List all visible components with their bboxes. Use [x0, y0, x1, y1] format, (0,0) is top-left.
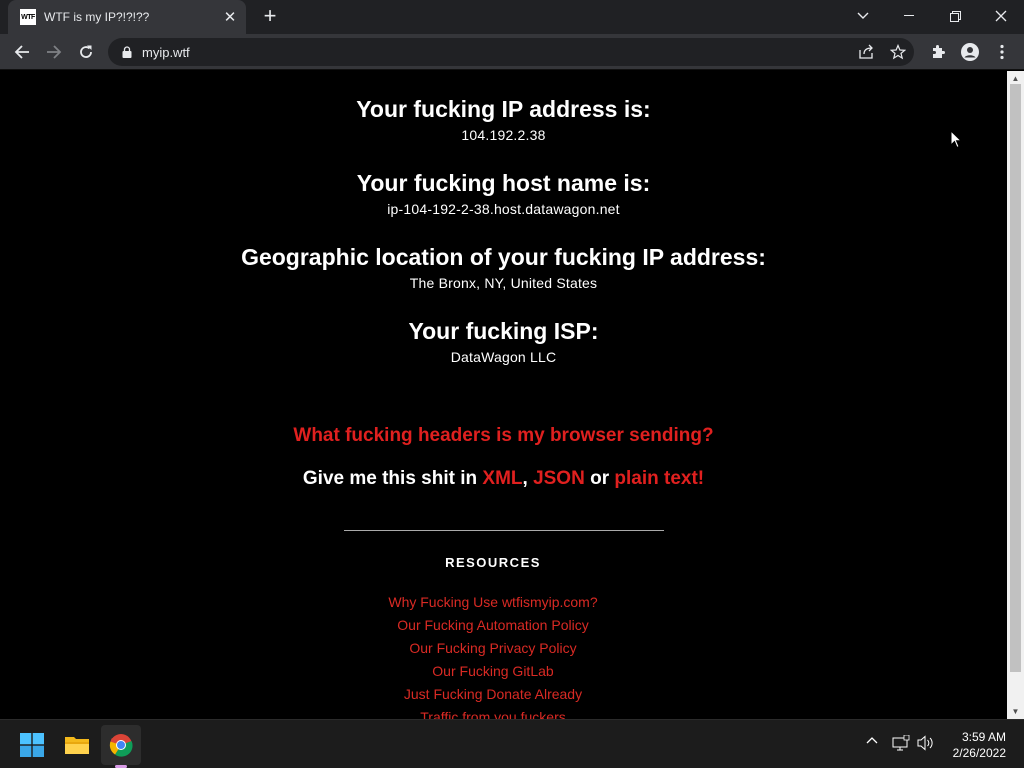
file-explorer-icon[interactable]	[57, 725, 97, 765]
host-value: ip-104-192-2-38.host.datawagon.net	[387, 201, 620, 217]
share-icon[interactable]	[858, 44, 874, 60]
scroll-down-icon[interactable]: ▼	[1011, 707, 1020, 716]
windows-taskbar: 3:59 AM 2/26/2022	[0, 719, 1024, 768]
minimize-button[interactable]	[886, 0, 932, 32]
format-separator: or	[584, 468, 615, 489]
formats-prefix: Give me this shit in	[302, 468, 483, 489]
web-page: Your fucking IP address is: 104.192.2.38…	[0, 71, 1007, 719]
plain-text-link[interactable]: plain text!	[614, 468, 704, 489]
chrome-icon[interactable]	[101, 725, 141, 768]
back-icon[interactable]	[8, 38, 36, 66]
scroll-up-icon[interactable]: ▲	[1011, 74, 1020, 83]
system-clock[interactable]: 3:59 AM 2/26/2022	[936, 729, 1006, 761]
tab-strip: WTF WTF is my IP?!?!?? ✕ +	[0, 0, 1024, 34]
vertical-scrollbar[interactable]: ▲ ▼	[1007, 71, 1024, 719]
headers-link[interactable]: What fucking headers is my browser sendi…	[0, 425, 1007, 447]
resource-link-automation[interactable]: Our Fucking Automation Policy	[0, 617, 986, 633]
favicon: WTF	[20, 9, 36, 25]
windows-start-icon[interactable]	[12, 725, 52, 765]
resources-title: RESOURCES	[445, 555, 541, 570]
restore-button[interactable]	[932, 0, 978, 32]
star-icon[interactable]	[890, 44, 906, 60]
clock-time: 3:59 AM	[961, 730, 1006, 744]
isp-value: DataWagon LLC	[450, 349, 557, 365]
new-tab-button[interactable]: +	[258, 5, 282, 29]
resource-link-traffic[interactable]: Traffic from you fuckers	[0, 709, 986, 719]
format-separator: ,	[522, 468, 534, 489]
tab-search-icon[interactable]	[840, 0, 886, 32]
ip-heading: Your fucking IP address is:	[356, 96, 651, 122]
menu-icon[interactable]	[992, 42, 1012, 62]
network-icon[interactable]	[892, 734, 910, 754]
clock-date: 2/26/2022	[952, 746, 1006, 760]
json-link[interactable]: JSON	[533, 468, 585, 489]
isp-heading: Your fucking ISP:	[408, 318, 599, 344]
extensions-icon[interactable]	[928, 42, 948, 62]
xml-link[interactable]: XML	[482, 468, 522, 489]
profile-icon[interactable]	[960, 42, 980, 62]
ip-value: 104.192.2.38	[461, 127, 546, 143]
geo-heading: Geographic location of your fucking IP a…	[241, 244, 766, 270]
divider	[344, 530, 664, 531]
lock-icon[interactable]	[120, 45, 134, 59]
volume-icon[interactable]	[917, 735, 935, 754]
geo-value: The Bronx, NY, United States	[409, 275, 598, 291]
host-heading: Your fucking host name is:	[356, 170, 651, 196]
url-text: myip.wtf	[142, 44, 190, 60]
browser-toolbar: myip.wtf	[0, 34, 1024, 70]
address-bar[interactable]: myip.wtf	[108, 38, 914, 66]
tab-close-icon[interactable]: ✕	[220, 7, 240, 27]
close-window-button[interactable]	[978, 0, 1024, 32]
browser-tab[interactable]: WTF WTF is my IP?!?!?? ✕	[8, 0, 246, 34]
tab-title: WTF is my IP?!?!??	[44, 10, 150, 24]
tray-chevron-up-icon[interactable]	[865, 734, 879, 751]
resource-link-why[interactable]: Why Fucking Use wtfismyip.com?	[0, 594, 986, 610]
resource-link-privacy[interactable]: Our Fucking Privacy Policy	[0, 640, 986, 656]
formats-line: Give me this shit in XML, JSON or plain …	[0, 468, 1007, 490]
resource-link-gitlab[interactable]: Our Fucking GitLab	[0, 663, 986, 679]
forward-icon[interactable]	[40, 38, 68, 66]
reload-icon[interactable]	[72, 38, 100, 66]
scrollbar-thumb[interactable]	[1010, 84, 1021, 672]
resource-link-donate[interactable]: Just Fucking Donate Already	[0, 686, 986, 702]
mouse-cursor-icon	[950, 129, 963, 154]
